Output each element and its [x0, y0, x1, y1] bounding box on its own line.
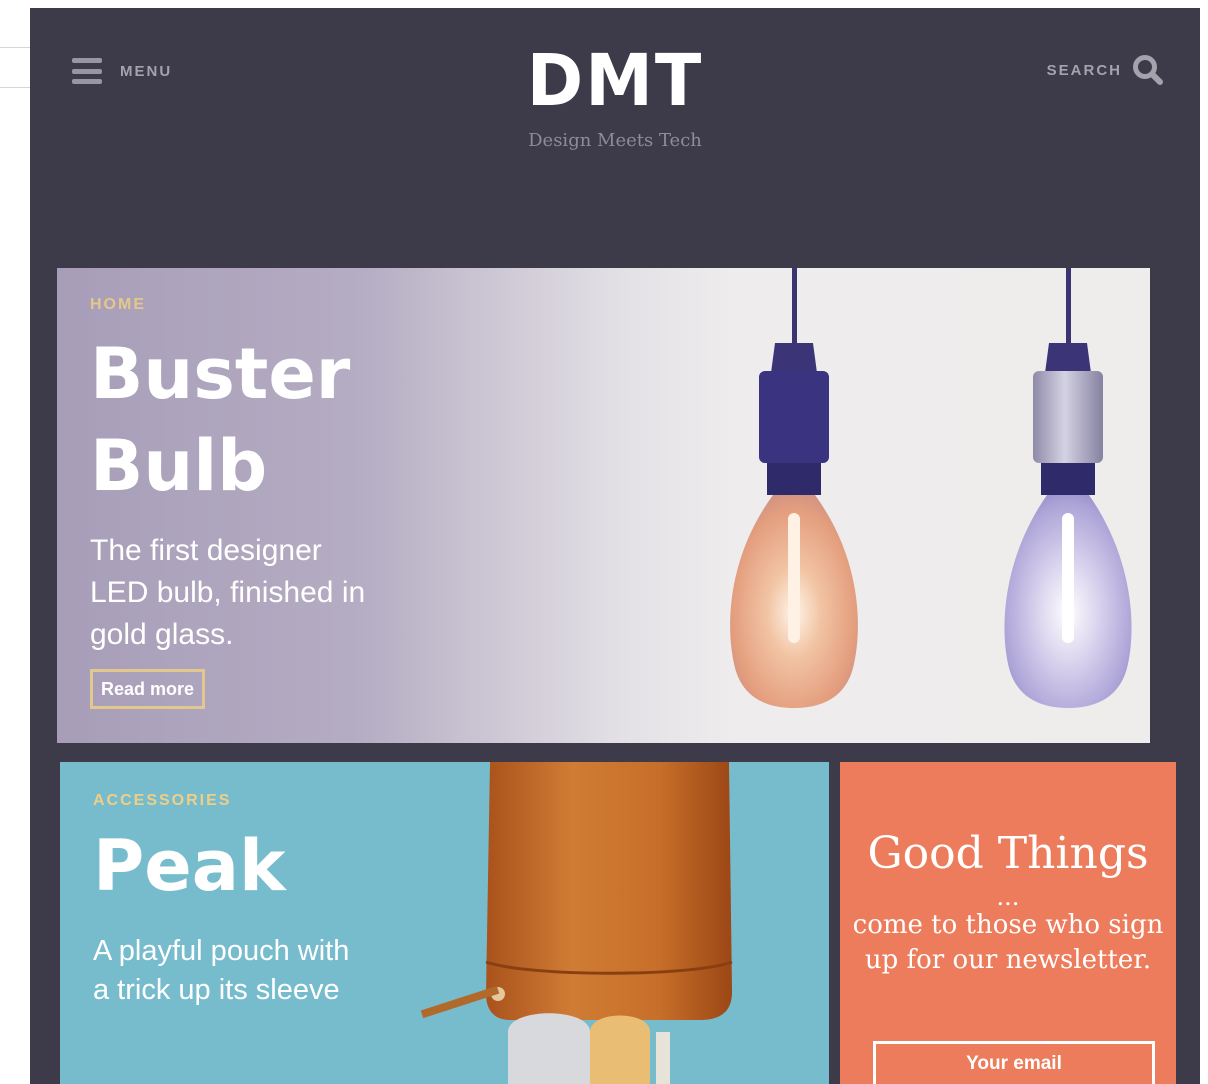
newsletter-ellipsis: ... — [996, 883, 1020, 911]
search-icon — [1133, 55, 1163, 85]
feature-category[interactable]: ACCESSORIES — [93, 792, 231, 810]
read-more-button[interactable]: Read more — [90, 669, 206, 709]
hero-description: The first designer LED bulb, finished in… — [90, 534, 366, 651]
hero-title-line: Buster — [90, 333, 351, 415]
left-edge-divider — [0, 87, 30, 88]
newsletter-card: Good Things ... come to those who sign u… — [840, 762, 1176, 1084]
email-field[interactable] — [873, 1041, 1155, 1084]
feature-card[interactable]: ACCESSORIES Peak A playful pouch with a … — [60, 762, 829, 1084]
page-container: MENU DMT Design Meets Tech SEARCH HOME B… — [30, 8, 1200, 1084]
pouch-image — [420, 762, 733, 1084]
newsletter-title: Good Things — [867, 828, 1149, 879]
search-label: SEARCH — [1046, 61, 1122, 79]
feature-title[interactable]: Peak — [93, 826, 286, 906]
newsletter-body: come to those who sign up for our newsle… — [852, 910, 1164, 975]
hero-category[interactable]: HOME — [90, 296, 146, 314]
site-logo[interactable]: DMT Design Meets Tech — [30, 40, 1200, 151]
search-button[interactable]: SEARCH — [1047, 54, 1164, 86]
feature-description: A playful pouch with a trick up its slee… — [93, 935, 350, 1006]
hero-title[interactable]: Buster Bulb — [90, 328, 350, 512]
left-edge-divider — [0, 47, 30, 48]
logo-subtitle: Design Meets Tech — [528, 130, 702, 151]
bulbs-image — [730, 268, 1132, 708]
hero-card[interactable]: HOME Buster Bulb The first designer LED … — [57, 268, 1150, 743]
hero-title-line: Bulb — [90, 425, 268, 507]
logo-title: DMT — [526, 40, 704, 123]
